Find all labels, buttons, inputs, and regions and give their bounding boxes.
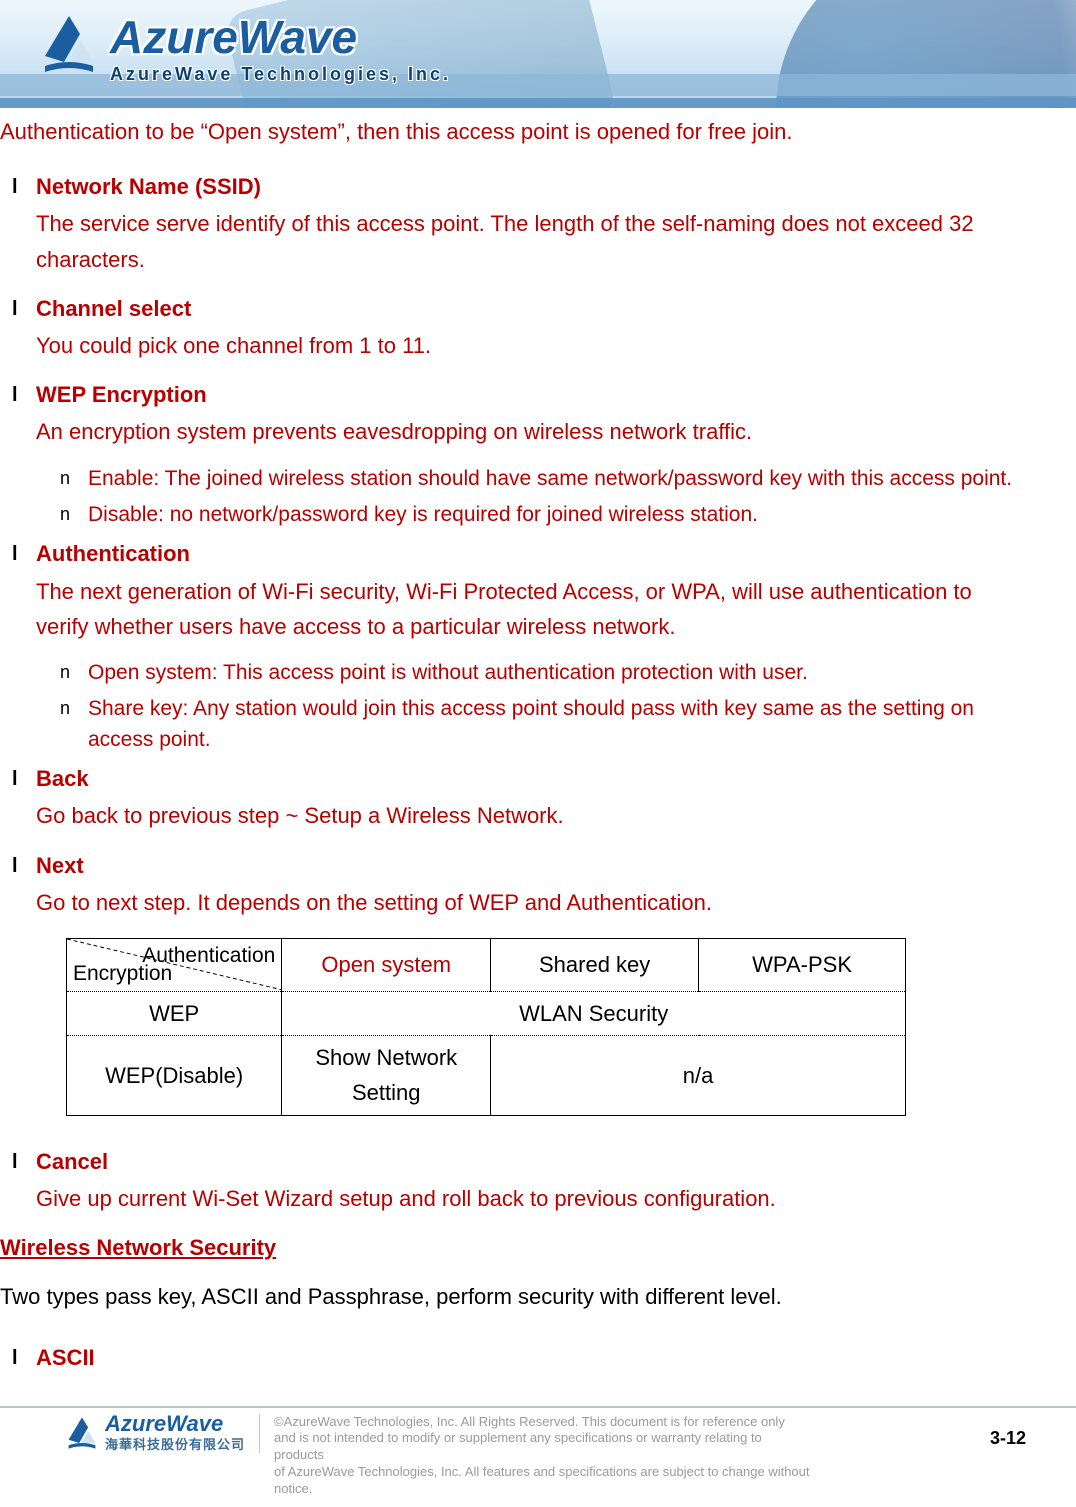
section-title-wireless-security: Wireless Network Security [0,1230,1016,1265]
page-footer: AzureWave 海華科技股份有限公司 ©AzureWave Technolo… [0,1406,1076,1472]
sub-item-text: Open system: This access point is withou… [88,661,808,684]
item-desc: Go back to previous step ~ Setup a Wirel… [36,798,1016,833]
item-desc: Go to next step. It depends on the setti… [36,885,1016,920]
item-channel-select: l Channel select You could pick one chan… [12,291,1016,363]
sub-bullet-icon: n [60,465,70,491]
sub-item-text: Enable: The joined wireless station shou… [88,467,1012,490]
item-heading: Cancel [36,1144,1016,1179]
item-ascii: l ASCII [12,1340,1016,1375]
item-desc: Give up current Wi-Set Wizard setup and … [36,1181,1016,1216]
sub-item-disable: n Disable: no network/password key is re… [60,500,1016,530]
footer-disclaimer: ©AzureWave Technologies, Inc. All Rights… [274,1414,814,1498]
item-back: l Back Go back to previous step ~ Setup … [12,761,1016,833]
sub-bullet-icon: n [60,501,70,527]
disclaimer-line: ©AzureWave Technologies, Inc. All Rights… [274,1414,814,1431]
item-heading: Authentication [36,536,1016,571]
bullet-icon: l [12,1342,18,1374]
auth-encryption-matrix: Authentication Encryption Open system Sh… [66,938,906,1116]
sub-item-text: Share key: Any station would join this a… [88,697,974,750]
banner-logo-subtext: AzureWave Technologies, Inc. [110,64,451,85]
sub-item-text: Disable: no network/password key is requ… [88,503,758,526]
cell-na: n/a [491,1036,906,1115]
item-heading: Channel select [36,291,1016,326]
header-banner: AzureWave AzureWave Technologies, Inc. [0,0,1076,108]
footer-logo-text: AzureWave [105,1414,245,1435]
col-shared-key: Shared key [491,939,699,992]
row-wep-disable-label: WEP(Disable) [67,1036,282,1115]
item-desc: The next generation of Wi-Fi security, W… [36,574,1016,644]
col-open-system: Open system [282,939,491,992]
item-next: l Next Go to next step. It depends on th… [12,848,1016,1116]
item-desc: The service serve identify of this acces… [36,206,1016,276]
item-heading: WEP Encryption [36,377,1016,412]
item-heading: Network Name (SSID) [36,169,1016,204]
bullet-icon: l [12,538,18,570]
item-desc: You could pick one channel from 1 to 11. [36,328,1016,363]
banner-logo-text: AzureWave [110,14,451,60]
item-heading: ASCII [36,1340,1016,1375]
item-network-name: l Network Name (SSID) The service serve … [12,169,1016,277]
disclaimer-line: of AzureWave Technologies, Inc. All feat… [274,1464,814,1498]
bullet-icon: l [12,1146,18,1178]
item-authentication: l Authentication The next generation of … [12,536,1016,755]
sub-item-share-key: n Share key: Any station would join this… [60,694,1016,755]
item-desc: An encryption system prevents eavesdropp… [36,414,1016,449]
diag-header-cell: Authentication Encryption [67,939,282,992]
footer-logo: AzureWave 海華科技股份有限公司 [65,1414,260,1454]
bullet-icon: l [12,850,18,882]
diag-bottom-label: Encryption [73,957,172,991]
disclaimer-line: and is not intended to modify or supplem… [274,1430,814,1464]
banner-band-2 [0,98,1076,108]
item-cancel: l Cancel Give up current Wi-Set Wizard s… [12,1144,1016,1216]
item-heading: Back [36,761,1016,796]
footer-logo-subtext: 海華科技股份有限公司 [105,1434,245,1453]
sub-item-open-system: n Open system: This access point is with… [60,658,1016,688]
intro-paragraph: Authentication to be “Open system”, then… [0,114,1016,149]
item-heading: Next [36,848,1016,883]
sub-bullet-icon: n [60,659,70,685]
row-wep-value: WLAN Security [282,992,906,1036]
bullet-icon: l [12,171,18,203]
sub-bullet-icon: n [60,695,70,721]
azurewave-logo-icon [65,1414,99,1452]
page-number: 3-12 [990,1428,1026,1449]
row-wep-label: WEP [67,992,282,1036]
section-text: Two types pass key, ASCII and Passphrase… [0,1279,1016,1314]
bullet-icon: l [12,379,18,411]
item-wep-encryption: l WEP Encryption An encryption system pr… [12,377,1016,530]
col-wpa-psk: WPA-PSK [699,939,906,992]
cell-show-network: Show Network Setting [282,1036,491,1115]
azurewave-logo-icon [40,10,98,78]
sub-item-enable: n Enable: The joined wireless station sh… [60,464,1016,494]
bullet-icon: l [12,293,18,325]
bullet-icon: l [12,763,18,795]
